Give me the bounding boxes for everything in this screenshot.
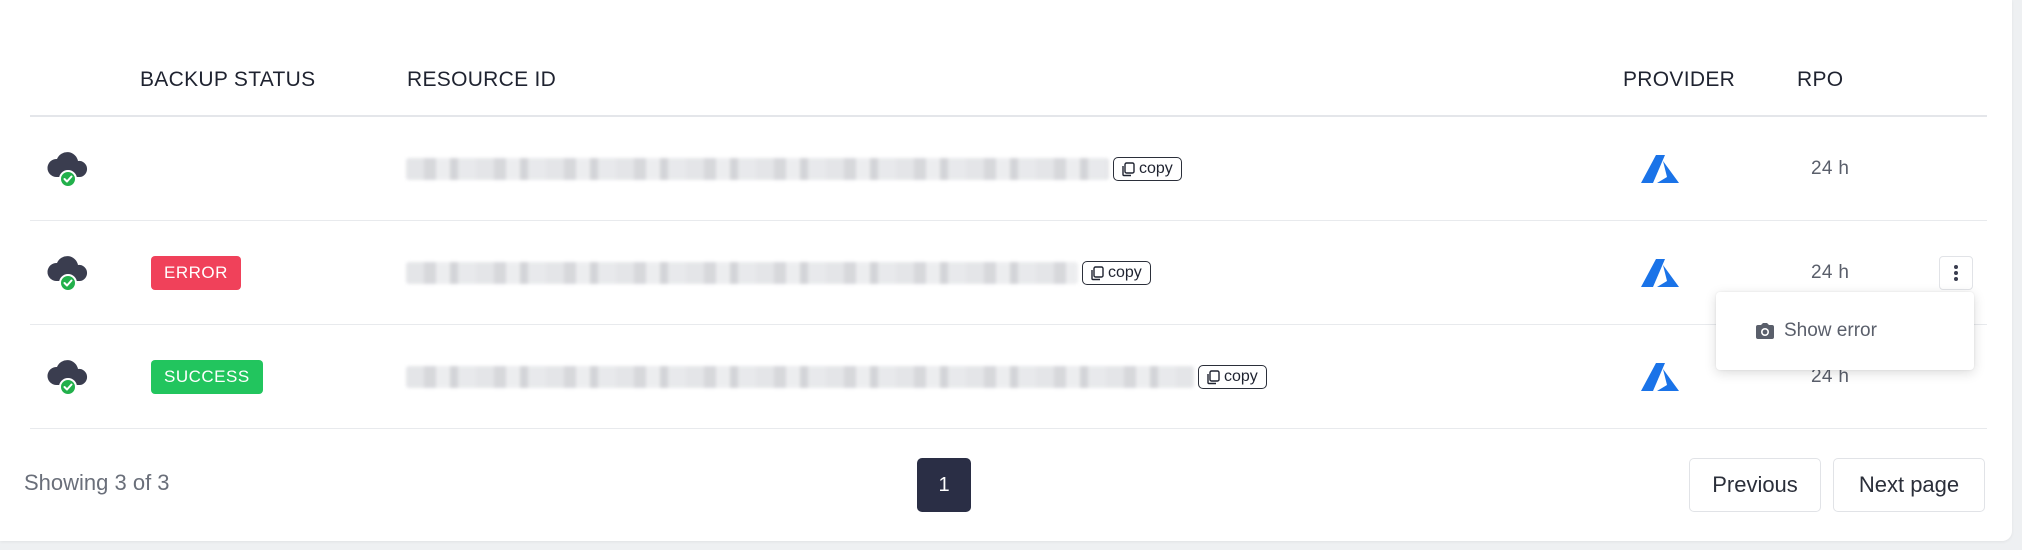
show-error-label: Show error (1784, 320, 1877, 341)
previous-button[interactable]: Previous (1689, 458, 1821, 512)
backup-table: BACKUP STATUS RESOURCE ID PROVIDER RPO c… (30, 0, 1987, 429)
copy-button[interactable]: copy (1082, 260, 1151, 285)
copy-label: copy (1224, 367, 1258, 385)
azure-icon (1641, 258, 1679, 287)
azure-icon (1641, 362, 1679, 391)
showing-count: Showing 3 of 3 (24, 470, 170, 495)
more-vertical-icon (1954, 265, 1958, 281)
camera-icon (1756, 323, 1774, 339)
next-page-button[interactable]: Next page (1833, 458, 1985, 512)
table-row: ERROR copy 24 h (30, 221, 1987, 325)
status-badge-success: SUCCESS (151, 359, 263, 394)
cloud-check-icon (46, 117, 90, 220)
header-rpo: RPO (1797, 68, 1844, 91)
copy-icon (1091, 265, 1104, 280)
rpo-cell: 24 h (1811, 157, 1850, 179)
header-provider: PROVIDER (1623, 68, 1736, 91)
resource-id-redacted (406, 365, 1194, 388)
table-header: BACKUP STATUS RESOURCE ID PROVIDER RPO (30, 0, 1987, 117)
cloud-check-icon (46, 325, 90, 428)
copy-button[interactable]: copy (1113, 156, 1182, 181)
resource-id-cell: copy (406, 325, 1267, 428)
header-resource-id: RESOURCE ID (407, 68, 557, 91)
copy-icon (1207, 369, 1220, 384)
page-1-button[interactable]: 1 (917, 458, 971, 512)
table-row: copy 24 h (30, 117, 1987, 221)
provider-cell (1636, 221, 1684, 324)
backup-table-card: BACKUP STATUS RESOURCE ID PROVIDER RPO c… (0, 0, 2012, 541)
cloud-check-icon (46, 221, 90, 324)
copy-label: copy (1108, 263, 1142, 281)
provider-cell (1636, 117, 1684, 220)
copy-label: copy (1139, 159, 1173, 177)
table-row: SUCCESS copy 24 h (30, 325, 1987, 429)
copy-button[interactable]: copy (1198, 364, 1267, 389)
copy-icon (1122, 161, 1135, 176)
status-cell: SUCCESS (151, 325, 263, 428)
resource-id-redacted (406, 261, 1078, 284)
row-actions-button[interactable] (1939, 256, 1973, 290)
row-actions-menu: Show error (1716, 292, 1974, 370)
resource-id-redacted (406, 157, 1109, 180)
table-footer: Showing 3 of 3 1 Previous Next page (0, 430, 2012, 540)
show-error-menu-item[interactable]: Show error (1754, 320, 1877, 342)
azure-icon (1641, 154, 1679, 183)
status-cell: ERROR (151, 221, 241, 324)
resource-id-cell: copy (406, 117, 1182, 220)
provider-cell (1636, 325, 1684, 428)
resource-id-cell: copy (406, 221, 1151, 324)
header-backup-status: BACKUP STATUS (140, 68, 316, 91)
status-badge-error: ERROR (151, 255, 241, 290)
